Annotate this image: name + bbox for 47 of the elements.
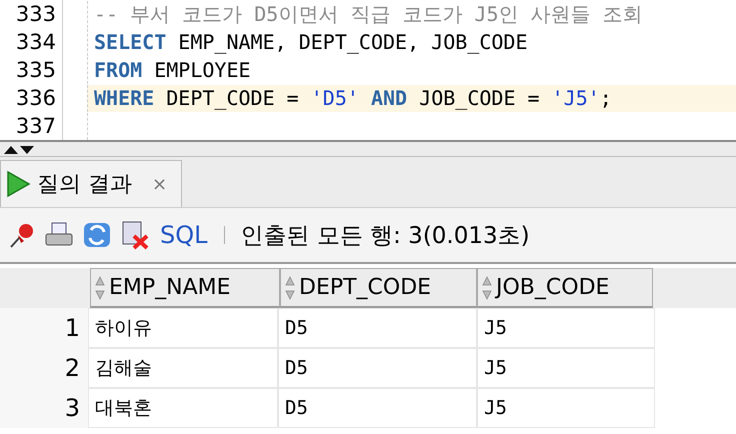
sort-icon — [95, 276, 105, 300]
code-token: EMPLOYEE — [153, 58, 251, 82]
code-token: 'D5' — [310, 86, 359, 110]
column-header[interactable]: DEPT_CODE — [280, 268, 477, 308]
code-token: AND — [370, 86, 408, 110]
table-cell: 대북혼 — [88, 388, 278, 428]
code-token: JOB_CODE = — [418, 86, 541, 110]
code-token: FROM — [94, 58, 142, 82]
sql-link[interactable]: SQL — [160, 221, 208, 249]
results-tab[interactable]: 질의 결과 × — [0, 160, 182, 207]
play-icon — [5, 170, 31, 198]
status-text: 인출된 모든 행: 3(0.013초) — [240, 222, 530, 250]
code-token: 'J5' — [552, 86, 600, 110]
code-token: ; — [600, 86, 612, 110]
close-icon[interactable]: × — [152, 174, 168, 194]
row-number: 1 — [0, 308, 88, 348]
table-cell: 하이유 — [88, 308, 278, 348]
line-number: 334 — [0, 28, 63, 56]
table-cell: J5 — [477, 388, 655, 428]
code-token: WHERE — [94, 86, 154, 110]
splitter-arrows-icon[interactable] — [2, 143, 36, 155]
tab-label: 질의 결과 — [37, 171, 132, 199]
table-cell: D5 — [278, 348, 477, 388]
table-cell: J5 — [477, 308, 655, 348]
line-number: 335 — [0, 56, 63, 84]
column-name: JOB_CODE — [496, 275, 610, 300]
line-number: 336 — [0, 84, 63, 112]
column-name: DEPT_CODE — [299, 275, 432, 300]
table-cell: J5 — [477, 348, 655, 388]
column-header[interactable]: JOB_CODE — [477, 268, 653, 308]
row-number: 3 — [0, 388, 88, 428]
column-header[interactable]: EMP_NAME — [90, 268, 280, 308]
row-number: 2 — [0, 348, 88, 388]
code-token: EMP_NAME, DEPT_CODE, JOB_CODE — [177, 30, 528, 54]
sort-icon — [482, 276, 492, 300]
table-cell: D5 — [278, 388, 477, 428]
refresh-icon[interactable] — [82, 220, 112, 250]
delete-document-icon[interactable] — [120, 220, 150, 250]
table-cell: D5 — [278, 308, 477, 348]
code-token: DEPT_CODE = — [165, 86, 300, 110]
pin-icon[interactable] — [8, 221, 36, 249]
code-token: -- 부서 코드가 D5이면서 직급 코드가 J5인 사원들 조회 — [94, 2, 643, 26]
column-name: EMP_NAME — [109, 275, 231, 300]
line-number: 333 — [0, 0, 63, 28]
table-cell: 김해술 — [88, 348, 278, 388]
sort-icon — [285, 276, 295, 300]
code-token: SELECT — [94, 30, 166, 54]
